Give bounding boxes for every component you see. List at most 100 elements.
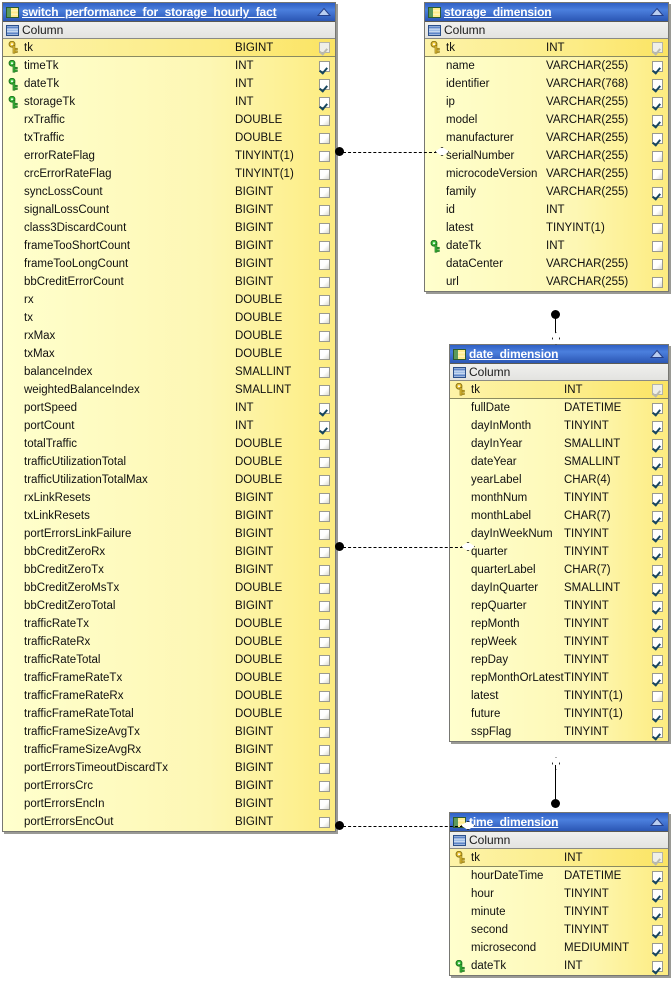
column-flag-checkbox-cell[interactable] [646, 492, 668, 504]
column-row[interactable]: portErrorsLinkFailure BIGINT [3, 525, 335, 543]
column-flag-checkbox[interactable] [651, 114, 663, 126]
column-flag-checkbox[interactable] [318, 402, 330, 414]
column-flag-checkbox-cell[interactable] [646, 564, 668, 576]
column-flag-checkbox-cell[interactable] [313, 474, 335, 486]
column-row[interactable]: monthLabel CHAR(7) [450, 507, 668, 525]
relationship-fact-to-time-dimension[interactable] [335, 819, 475, 833]
column-row[interactable]: dateTk INT [3, 75, 335, 93]
column-row[interactable]: hour TINYINT [450, 885, 668, 903]
column-flag-checkbox[interactable] [318, 150, 330, 162]
section-header-column[interactable]: Column [3, 22, 335, 39]
column-flag-checkbox[interactable] [318, 348, 330, 360]
column-flag-checkbox-cell[interactable] [313, 150, 335, 162]
column-flag-checkbox-cell[interactable] [313, 222, 335, 234]
column-flag-checkbox-cell[interactable] [646, 852, 668, 863]
column-flag-checkbox-cell[interactable] [313, 528, 335, 540]
column-flag-checkbox-cell[interactable] [646, 222, 668, 234]
column-row[interactable]: repQuarter TINYINT [450, 597, 668, 615]
column-flag-checkbox[interactable] [318, 564, 330, 576]
column-row[interactable]: trafficFrameRateTotal DOUBLE [3, 705, 335, 723]
column-row[interactable]: portErrorsCrc BIGINT [3, 777, 335, 795]
column-flag-checkbox-cell[interactable] [313, 708, 335, 720]
column-row[interactable]: trafficRateTx DOUBLE [3, 615, 335, 633]
column-flag-checkbox-cell[interactable] [646, 636, 668, 648]
column-row[interactable]: manufacturer VARCHAR(255) [425, 129, 668, 147]
column-row[interactable]: bbCreditZeroTotal BIGINT [3, 597, 335, 615]
column-flag-checkbox-cell[interactable] [313, 420, 335, 432]
column-flag-checkbox-cell[interactable] [313, 60, 335, 72]
column-flag-checkbox-cell[interactable] [313, 546, 335, 558]
column-row[interactable]: future TINYINT(1) [450, 705, 668, 723]
column-flag-checkbox[interactable] [651, 726, 663, 738]
column-flag-checkbox-cell[interactable] [313, 618, 335, 630]
column-row[interactable]: fullDate DATETIME [450, 399, 668, 417]
column-flag-checkbox-cell[interactable] [313, 438, 335, 450]
column-flag-checkbox[interactable] [651, 906, 663, 918]
relationship-fact-to-date-dimension[interactable] [335, 540, 475, 554]
column-row[interactable]: ip VARCHAR(255) [425, 93, 668, 111]
column-flag-checkbox[interactable] [318, 474, 330, 486]
column-flag-checkbox-cell[interactable] [646, 600, 668, 612]
collapse-triangle-icon[interactable] [649, 349, 665, 359]
column-flag-checkbox[interactable] [651, 654, 663, 666]
relationship-time-dimension-to-date-dimension[interactable] [549, 757, 563, 813]
column-flag-checkbox-cell[interactable] [313, 600, 335, 612]
column-flag-checkbox-cell[interactable] [646, 906, 668, 918]
column-flag-checkbox[interactable] [318, 654, 330, 666]
column-flag-checkbox-cell[interactable] [646, 402, 668, 414]
column-flag-checkbox[interactable] [651, 132, 663, 144]
column-flag-checkbox[interactable] [651, 60, 663, 72]
column-flag-checkbox[interactable] [318, 600, 330, 612]
table-title-bar[interactable]: date_dimension [450, 345, 668, 364]
column-flag-checkbox-cell[interactable] [313, 690, 335, 702]
column-row[interactable]: frameTooShortCount BIGINT [3, 237, 335, 255]
column-flag-checkbox[interactable] [318, 312, 330, 324]
column-flag-checkbox[interactable] [651, 96, 663, 108]
column-flag-checkbox[interactable] [651, 240, 663, 252]
column-flag-checkbox-cell[interactable] [313, 402, 335, 414]
column-flag-checkbox[interactable] [651, 78, 663, 90]
column-flag-checkbox[interactable] [651, 222, 663, 234]
column-row[interactable]: totalTraffic DOUBLE [3, 435, 335, 453]
column-row[interactable]: tk INT [425, 39, 668, 57]
column-row[interactable]: dayInYear SMALLINT [450, 435, 668, 453]
column-row[interactable]: model VARCHAR(255) [425, 111, 668, 129]
column-flag-checkbox-cell[interactable] [313, 330, 335, 342]
column-flag-checkbox[interactable] [318, 744, 330, 756]
column-row[interactable]: dateYear SMALLINT [450, 453, 668, 471]
column-flag-checkbox[interactable] [651, 960, 663, 972]
column-flag-checkbox-cell[interactable] [313, 294, 335, 306]
column-flag-checkbox-cell[interactable] [313, 276, 335, 288]
section-header-column[interactable]: Column [450, 364, 668, 381]
column-flag-checkbox-cell[interactable] [313, 240, 335, 252]
column-flag-checkbox[interactable] [651, 474, 663, 486]
column-row[interactable]: crcErrorRateFlag TINYINT(1) [3, 165, 335, 183]
column-flag-checkbox[interactable] [651, 852, 663, 863]
column-flag-checkbox-cell[interactable] [313, 654, 335, 666]
column-flag-checkbox[interactable] [651, 276, 663, 288]
column-row[interactable]: serialNumber VARCHAR(255) [425, 147, 668, 165]
column-row[interactable]: trafficUtilizationTotal DOUBLE [3, 453, 335, 471]
column-row[interactable]: repMonthOrLatest TINYINT [450, 669, 668, 687]
column-flag-checkbox[interactable] [318, 96, 330, 108]
column-row[interactable]: microsecond MEDIUMINT [450, 939, 668, 957]
column-flag-checkbox[interactable] [318, 204, 330, 216]
column-flag-checkbox-cell[interactable] [313, 816, 335, 828]
column-flag-checkbox-cell[interactable] [313, 456, 335, 468]
column-flag-checkbox[interactable] [318, 726, 330, 738]
column-row[interactable]: family VARCHAR(255) [425, 183, 668, 201]
column-flag-checkbox[interactable] [651, 636, 663, 648]
column-flag-checkbox[interactable] [318, 42, 330, 53]
column-flag-checkbox[interactable] [318, 780, 330, 792]
column-flag-checkbox-cell[interactable] [313, 168, 335, 180]
column-flag-checkbox[interactable] [651, 870, 663, 882]
column-row[interactable]: weightedBalanceIndex SMALLINT [3, 381, 335, 399]
column-row[interactable]: dataCenter VARCHAR(255) [425, 255, 668, 273]
column-flag-checkbox[interactable] [318, 294, 330, 306]
column-flag-checkbox[interactable] [318, 366, 330, 378]
column-flag-checkbox[interactable] [651, 438, 663, 450]
column-flag-checkbox[interactable] [651, 888, 663, 900]
column-flag-checkbox-cell[interactable] [313, 204, 335, 216]
collapse-triangle-icon[interactable] [649, 817, 665, 827]
section-header-column[interactable]: Column [425, 22, 668, 39]
